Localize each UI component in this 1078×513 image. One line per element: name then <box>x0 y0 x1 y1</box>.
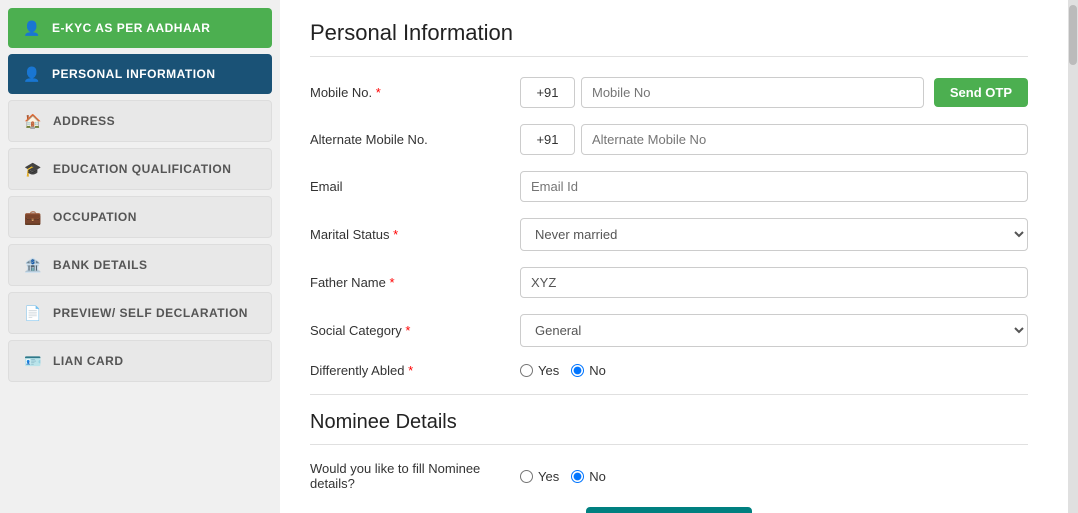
mobile-phone-group <box>520 77 924 108</box>
sidebar-label-occupation: OCCUPATION <box>53 210 137 224</box>
scrollbar[interactable] <box>1068 0 1078 513</box>
sidebar-icon-ekyc: 👤 <box>22 18 42 38</box>
sidebar-item-ekyc[interactable]: 👤 E-KYC AS PER AADHAAR <box>8 8 272 48</box>
marital-status-select[interactable]: Never married Married Divorced Widowed <box>520 218 1028 251</box>
differently-abled-no-label[interactable]: No <box>571 363 606 378</box>
save-continue-button[interactable]: Save & Continue <box>586 507 751 513</box>
alt-mobile-label: Alternate Mobile No. <box>310 132 510 147</box>
sidebar-item-personal-info[interactable]: 👤 PERSONAL INFORMATION <box>8 54 272 94</box>
sidebar-item-lian[interactable]: 🪪 LIAN CARD <box>8 340 272 382</box>
email-input[interactable] <box>520 171 1028 202</box>
sidebar-icon-occupation: 💼 <box>23 207 43 227</box>
main-content: Personal Information Mobile No. * Send O… <box>280 0 1068 513</box>
father-name-label: Father Name * <box>310 275 510 290</box>
nominee-fill-label: Would you like to fill Nominee details? <box>310 461 510 491</box>
mobile-input[interactable] <box>581 77 924 108</box>
sidebar-label-ekyc: E-KYC AS PER AADHAAR <box>52 21 210 35</box>
sidebar-item-bank[interactable]: 🏦 BANK DETAILS <box>8 244 272 286</box>
mobile-label: Mobile No. * <box>310 85 510 100</box>
nominee-no-label[interactable]: No <box>571 469 606 484</box>
sidebar-label-bank: BANK DETAILS <box>53 258 147 272</box>
alt-mobile-row: Alternate Mobile No. <box>310 124 1028 155</box>
sidebar-label-personal-info: PERSONAL INFORMATION <box>52 67 216 81</box>
sidebar-label-education: EDUCATION QUALIFICATION <box>53 162 231 176</box>
section-divider <box>310 394 1028 395</box>
sidebar-icon-personal-info: 👤 <box>22 64 42 84</box>
mobile-row: Mobile No. * Send OTP <box>310 77 1028 108</box>
alt-mobile-input[interactable] <box>581 124 1028 155</box>
nominee-yes-label[interactable]: Yes <box>520 469 559 484</box>
sidebar-icon-bank: 🏦 <box>23 255 43 275</box>
nominee-fill-row: Would you like to fill Nominee details? … <box>310 461 1028 491</box>
nominee-no-radio[interactable] <box>571 470 584 483</box>
sidebar-icon-education: 🎓 <box>23 159 43 179</box>
sidebar-label-address: ADDRESS <box>53 114 115 128</box>
sidebar-item-education[interactable]: 🎓 EDUCATION QUALIFICATION <box>8 148 272 190</box>
page-title: Personal Information <box>310 20 1028 57</box>
email-label: Email <box>310 179 510 194</box>
marital-status-row: Marital Status * Never married Married D… <box>310 218 1028 251</box>
social-category-row: Social Category * General SC ST OBC <box>310 314 1028 347</box>
father-name-row: Father Name * <box>310 267 1028 298</box>
differently-abled-yes-label[interactable]: Yes <box>520 363 559 378</box>
nominee-yes-radio[interactable] <box>520 470 533 483</box>
sidebar-item-occupation[interactable]: 💼 OCCUPATION <box>8 196 272 238</box>
nominee-radio-group: Yes No <box>520 469 1028 484</box>
email-row: Email <box>310 171 1028 202</box>
sidebar-item-preview[interactable]: 📄 PREVIEW/ SELF DECLARATION <box>8 292 272 334</box>
scrollbar-thumb[interactable] <box>1069 5 1077 65</box>
social-category-select[interactable]: General SC ST OBC <box>520 314 1028 347</box>
nominee-section-title: Nominee Details <box>310 411 1028 445</box>
sidebar-icon-preview: 📄 <box>23 303 43 323</box>
mobile-country-code[interactable] <box>520 77 575 108</box>
differently-abled-label: Differently Abled * <box>310 363 510 378</box>
differently-abled-row: Differently Abled * Yes No <box>310 363 1028 378</box>
differently-abled-radio-group: Yes No <box>520 363 1028 378</box>
alt-mobile-country-code[interactable] <box>520 124 575 155</box>
differently-abled-yes-radio[interactable] <box>520 364 533 377</box>
marital-status-label: Marital Status * <box>310 227 510 242</box>
sidebar-icon-address: 🏠 <box>23 111 43 131</box>
social-category-label: Social Category * <box>310 323 510 338</box>
sidebar-icon-lian: 🪪 <box>23 351 43 371</box>
sidebar-label-lian: LIAN CARD <box>53 354 124 368</box>
send-otp-button[interactable]: Send OTP <box>934 78 1028 107</box>
alt-mobile-phone-group <box>520 124 1028 155</box>
sidebar: 👤 E-KYC AS PER AADHAAR 👤 PERSONAL INFORMATI… <box>0 0 280 513</box>
father-name-input[interactable] <box>520 267 1028 298</box>
differently-abled-no-radio[interactable] <box>571 364 584 377</box>
sidebar-label-preview: PREVIEW/ SELF DECLARATION <box>53 306 248 320</box>
sidebar-item-address[interactable]: 🏠 ADDRESS <box>8 100 272 142</box>
